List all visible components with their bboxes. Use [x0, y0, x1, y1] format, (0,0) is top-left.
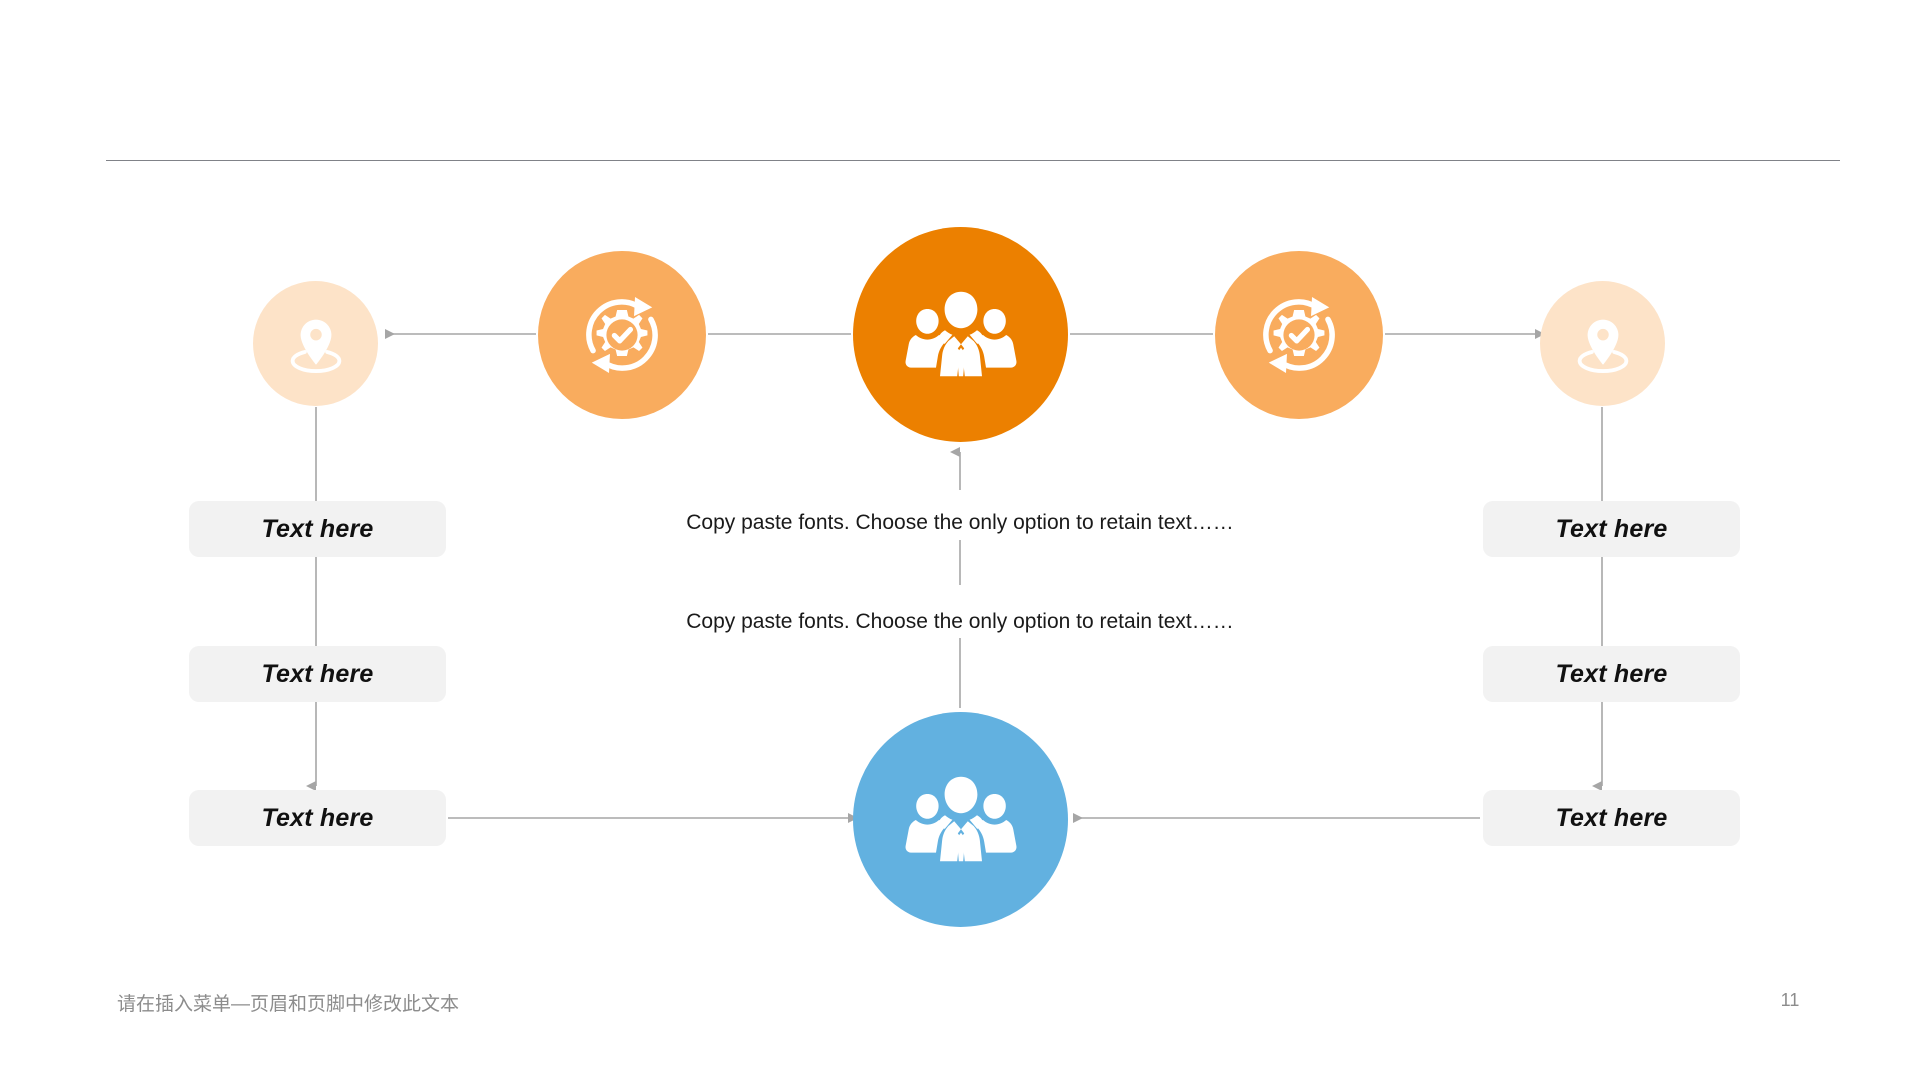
- map-pin-icon: [1569, 310, 1637, 378]
- text-chip-label: Text here: [261, 803, 374, 832]
- text-chip-label: Text here: [1555, 803, 1668, 832]
- node-gear-left[interactable]: [538, 251, 706, 419]
- map-pin-icon: [282, 310, 350, 378]
- gear-check-refresh-icon: [1247, 283, 1351, 387]
- team-people-icon: [897, 271, 1025, 399]
- text-chip-right-3[interactable]: Text here: [1483, 790, 1740, 846]
- header-divider-rule: [106, 160, 1840, 161]
- text-chip-left-1[interactable]: Text here: [189, 501, 446, 557]
- text-chip-label: Text here: [261, 659, 374, 688]
- team-people-icon: [897, 756, 1025, 884]
- page-number: 11: [1780, 990, 1800, 1010]
- text-chip-right-1[interactable]: Text here: [1483, 501, 1740, 557]
- node-pin-left[interactable]: [253, 281, 378, 406]
- slide-canvas: Text here Text here Text here Text here …: [0, 0, 1920, 1080]
- text-chip-left-3[interactable]: Text here: [189, 790, 446, 846]
- node-gear-right[interactable]: [1215, 251, 1383, 419]
- text-chip-label: Text here: [261, 514, 374, 543]
- text-chip-right-2[interactable]: Text here: [1483, 646, 1740, 702]
- text-chip-label: Text here: [1555, 514, 1668, 543]
- node-team-top[interactable]: [853, 227, 1068, 442]
- node-team-bottom[interactable]: [853, 712, 1068, 927]
- gear-check-refresh-icon: [570, 283, 674, 387]
- text-chip-left-2[interactable]: Text here: [189, 646, 446, 702]
- text-chip-label: Text here: [1555, 659, 1668, 688]
- center-description-line-2: Copy paste fonts. Choose the only option…: [686, 610, 1234, 633]
- node-pin-right[interactable]: [1540, 281, 1665, 406]
- footer-placeholder-text: 请在插入菜单—页眉和页脚中修改此文本: [117, 994, 460, 1015]
- center-description-line-1: Copy paste fonts. Choose the only option…: [686, 511, 1234, 534]
